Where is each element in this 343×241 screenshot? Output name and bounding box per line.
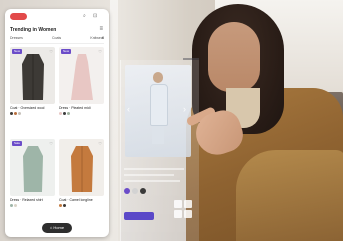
color-dot[interactable] xyxy=(14,112,17,115)
size-option[interactable] xyxy=(174,210,182,218)
color-dot[interactable] xyxy=(59,204,62,207)
woman-face xyxy=(208,22,260,92)
color-options xyxy=(59,112,104,115)
heart-icon[interactable]: ♡ xyxy=(49,49,53,54)
tab-dresses[interactable]: Dresses xyxy=(10,36,23,40)
coat-garment xyxy=(21,54,44,100)
heart-icon[interactable]: ♡ xyxy=(49,141,53,146)
new-badge: New xyxy=(61,49,72,54)
size-option[interactable] xyxy=(174,200,182,208)
sale-product-badge: Sale xyxy=(12,141,23,146)
product-card[interactable]: ♡ Coat · Camel longline xyxy=(59,139,104,221)
dress-garment xyxy=(22,146,43,192)
mirror-text-line xyxy=(124,174,174,176)
size-option[interactable] xyxy=(184,210,192,218)
prev-arrow-icon[interactable]: ‹ xyxy=(127,104,130,114)
filter-icon[interactable]: ≡ xyxy=(99,26,103,32)
shopping-app-panel: ⌕ ⊡ Trending in Women ≡ Dresses Coats Kn… xyxy=(5,9,109,237)
divider xyxy=(10,43,104,44)
color-dot[interactable] xyxy=(14,204,17,207)
next-arrow-icon[interactable]: › xyxy=(183,104,186,114)
product-name: Coat · Camel longline xyxy=(59,198,93,202)
size-option[interactable] xyxy=(184,200,192,208)
page-title: Trending in Women xyxy=(10,27,57,33)
mirror-glass-streak xyxy=(110,0,118,241)
woman-arm xyxy=(236,150,343,241)
color-swatch[interactable] xyxy=(132,188,138,194)
heart-icon[interactable]: ♡ xyxy=(98,141,102,146)
product-image[interactable]: New ♡ xyxy=(59,47,104,104)
color-dot[interactable] xyxy=(18,112,21,115)
product-name: Dress · Pleated midi xyxy=(59,106,91,110)
mirror-text-line xyxy=(124,180,180,182)
product-name: Dress · Relaxed shirt xyxy=(10,198,43,202)
search-icon[interactable]: ⌕ xyxy=(83,13,86,19)
product-name: Coat · Oversized wool xyxy=(10,106,45,110)
color-dot[interactable] xyxy=(63,204,66,207)
mirror-model-figure xyxy=(150,72,168,144)
price-filter[interactable]: € xyxy=(102,36,104,40)
mirror-add-button[interactable] xyxy=(124,212,154,220)
color-dot[interactable] xyxy=(63,112,66,115)
mirror-text-line xyxy=(124,168,184,170)
home-button[interactable]: ⌂ Home xyxy=(42,223,72,233)
product-image[interactable]: New ♡ xyxy=(10,47,55,104)
tab-coats[interactable]: Coats xyxy=(52,36,61,40)
product-card[interactable]: New ♡ Coat · Oversized wool xyxy=(10,47,55,129)
dress-garment xyxy=(70,54,93,100)
color-dot[interactable] xyxy=(67,112,70,115)
sale-badge[interactable] xyxy=(10,13,27,20)
mirror-top-tag xyxy=(183,58,199,60)
product-image[interactable]: Sale ♡ xyxy=(10,139,55,196)
color-swatch[interactable] xyxy=(140,188,146,194)
color-options xyxy=(10,112,55,115)
color-dot[interactable] xyxy=(10,112,13,115)
color-options xyxy=(59,204,104,207)
category-tabs: Dresses Coats Knitwear € xyxy=(10,36,104,40)
color-dot[interactable] xyxy=(59,112,62,115)
color-options xyxy=(10,204,55,207)
new-badge: New xyxy=(12,49,23,54)
color-dot[interactable] xyxy=(10,204,13,207)
color-swatch[interactable] xyxy=(124,188,130,194)
product-card[interactable]: New ♡ Dress · Pleated midi xyxy=(59,47,104,129)
product-image[interactable]: ♡ xyxy=(59,139,104,196)
heart-icon[interactable]: ♡ xyxy=(98,49,102,54)
coat-garment xyxy=(70,146,93,192)
bag-icon[interactable]: ⊡ xyxy=(93,13,97,19)
product-card[interactable]: Sale ♡ Dress · Relaxed shirt xyxy=(10,139,55,221)
